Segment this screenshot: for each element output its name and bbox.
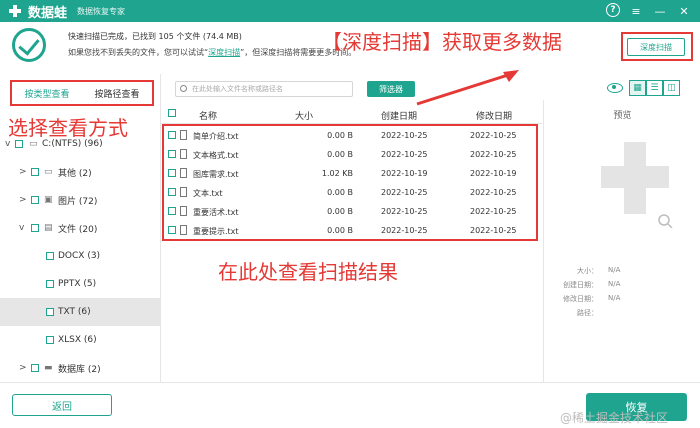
- tree-label: 图片 (72): [58, 196, 98, 207]
- logo-cross-icon: [8, 4, 22, 18]
- app-logo: 数据蛙: [8, 2, 67, 21]
- select-all-checkbox[interactable]: [168, 109, 176, 117]
- annotation-deep-scan: 【深度扫描】获取更多数据: [322, 30, 562, 54]
- tree-label: 文件 (20): [58, 224, 98, 235]
- tree-item-database[interactable]: > ▬ 数据库 (2): [0, 354, 160, 382]
- annotation-results: 在此处查看扫描结果: [218, 260, 398, 284]
- back-button[interactable]: 返回: [12, 394, 112, 416]
- check-complete-icon: [12, 28, 46, 62]
- column-modified[interactable]: 修改日期: [476, 109, 512, 122]
- file-toolbar: 在此处输入文件名称或路径名 筛选器 ▦ ☰ ◫: [161, 76, 700, 100]
- tree-checkbox[interactable]: [46, 280, 54, 288]
- view-mode-tabs: 按类型查看 按路径查看: [10, 80, 154, 106]
- eye-icon[interactable]: [607, 83, 623, 93]
- tree-item-docx[interactable]: DOCX (3): [0, 242, 160, 270]
- detail-view-icon[interactable]: ◫: [663, 80, 680, 96]
- preview-path-label: 路径：: [577, 309, 598, 317]
- tree-checkbox[interactable]: [31, 168, 39, 176]
- title-bar: 数据蛙 数据恢复专家 ? ≡ — ✕: [0, 0, 700, 22]
- preview-title: 预览: [613, 111, 632, 121]
- tree-checkbox[interactable]: [31, 224, 39, 232]
- tree-checkbox[interactable]: [46, 252, 54, 260]
- search-icon: [180, 85, 187, 92]
- chevron-right-icon[interactable]: >: [19, 167, 27, 177]
- tab-by-path[interactable]: 按路径查看: [94, 87, 139, 100]
- preview-size-value: N/A: [608, 266, 621, 274]
- column-size[interactable]: 大小: [295, 109, 313, 122]
- document-icon: ▤: [44, 223, 53, 233]
- tree-item-other[interactable]: > ▭ 其他 (2): [0, 158, 160, 186]
- tree-item-pptx[interactable]: PPTX (5): [0, 270, 160, 298]
- preview-modified-value: N/A: [608, 294, 621, 302]
- column-created[interactable]: 创建日期: [381, 109, 417, 122]
- tree-label: 其他 (2): [58, 168, 92, 179]
- tree-checkbox[interactable]: [46, 336, 54, 344]
- tree-item-xlsx[interactable]: XLSX (6): [0, 326, 160, 354]
- tree-label: TXT (6): [58, 307, 91, 317]
- app-name: 数据蛙: [28, 5, 68, 21]
- chevron-right-icon[interactable]: >: [19, 195, 27, 205]
- tree-item-documents[interactable]: v ▤ 文件 (20): [0, 214, 160, 242]
- preview-panel: 预览 大小： N/A 创建日期： N/A 修改日期： N/A 路径：: [543, 100, 700, 382]
- file-tree: v ▭ C:(NTFS) (96) > ▭ 其他 (2) > ▣ 图片 (72)…: [0, 130, 160, 382]
- close-icon[interactable]: ✕: [676, 3, 692, 19]
- tree-checkbox[interactable]: [31, 196, 39, 204]
- list-view-icon[interactable]: ☰: [646, 80, 663, 96]
- annotation-results-box: [162, 124, 538, 241]
- search-input[interactable]: 在此处输入文件名称或路径名: [175, 81, 353, 97]
- preview-placeholder-icon: [601, 142, 673, 228]
- preview-modified-label: 修改日期：: [563, 295, 598, 303]
- tree-label: C:(NTFS) (96): [42, 139, 103, 149]
- filter-button[interactable]: 筛选器: [367, 81, 415, 97]
- scan-summary: 快速扫描已完成，已找到 105 个文件 (74.4 MB): [68, 32, 242, 41]
- image-icon: ▣: [44, 195, 53, 205]
- table-header: 名称 大小 创建日期 修改日期: [161, 104, 542, 124]
- chevron-down-icon[interactable]: v: [5, 139, 10, 149]
- folder-icon: ▭: [44, 167, 53, 177]
- tree-label: 数据库 (2): [58, 364, 101, 375]
- search-placeholder: 在此处输入文件名称或路径名: [192, 85, 283, 93]
- tree-label: DOCX (3): [58, 251, 101, 261]
- tree-checkbox[interactable]: [15, 140, 23, 148]
- tree-item-images[interactable]: > ▣ 图片 (72): [0, 186, 160, 214]
- scan-hint: 如果您找不到丢失的文件，您可以试试“深度扫描”，但深度扫描将需要更多时间。: [68, 47, 356, 58]
- tree-label: PPTX (5): [58, 279, 97, 289]
- chevron-right-icon[interactable]: >: [19, 363, 27, 373]
- drive-icon: ▭: [29, 139, 38, 149]
- footer: 返回 恢复 @稀土掘金技术社区: [0, 382, 700, 428]
- deep-scan-button[interactable]: 深度扫描: [627, 38, 685, 56]
- tree-checkbox[interactable]: [31, 364, 39, 372]
- tree-item-c-drive[interactable]: v ▭ C:(NTFS) (96): [0, 130, 160, 158]
- menu-icon[interactable]: ≡: [628, 3, 644, 19]
- scan-status: 快速扫描已完成，已找到 105 个文件 (74.4 MB) 如果您找不到丢失的文…: [0, 22, 700, 72]
- chevron-down-icon[interactable]: v: [19, 223, 24, 233]
- grid-view-icon[interactable]: ▦: [629, 80, 646, 96]
- column-name[interactable]: 名称: [199, 109, 217, 122]
- deep-scan-link[interactable]: 深度扫描: [208, 48, 240, 57]
- tab-by-type[interactable]: 按类型查看: [24, 87, 69, 100]
- database-icon: ▬: [44, 363, 53, 373]
- sidebar: 按类型查看 按路径查看 选择查看方式 v ▭ C:(NTFS) (96) > ▭…: [0, 74, 161, 382]
- app-subtitle: 数据恢复专家: [77, 6, 126, 16]
- preview-size-label: 大小：: [577, 267, 598, 275]
- scan-hint-prefix: 如果您找不到丢失的文件，您可以试试“: [68, 48, 209, 57]
- tree-label: XLSX (6): [58, 335, 97, 345]
- preview-created-label: 创建日期：: [563, 281, 598, 289]
- minimize-icon[interactable]: —: [652, 3, 668, 19]
- tree-checkbox[interactable]: [46, 308, 54, 316]
- watermark: @稀土掘金技术社区: [560, 411, 669, 425]
- tree-item-txt[interactable]: TXT (6): [0, 298, 160, 326]
- preview-created-value: N/A: [608, 280, 621, 288]
- help-icon[interactable]: ?: [606, 3, 620, 17]
